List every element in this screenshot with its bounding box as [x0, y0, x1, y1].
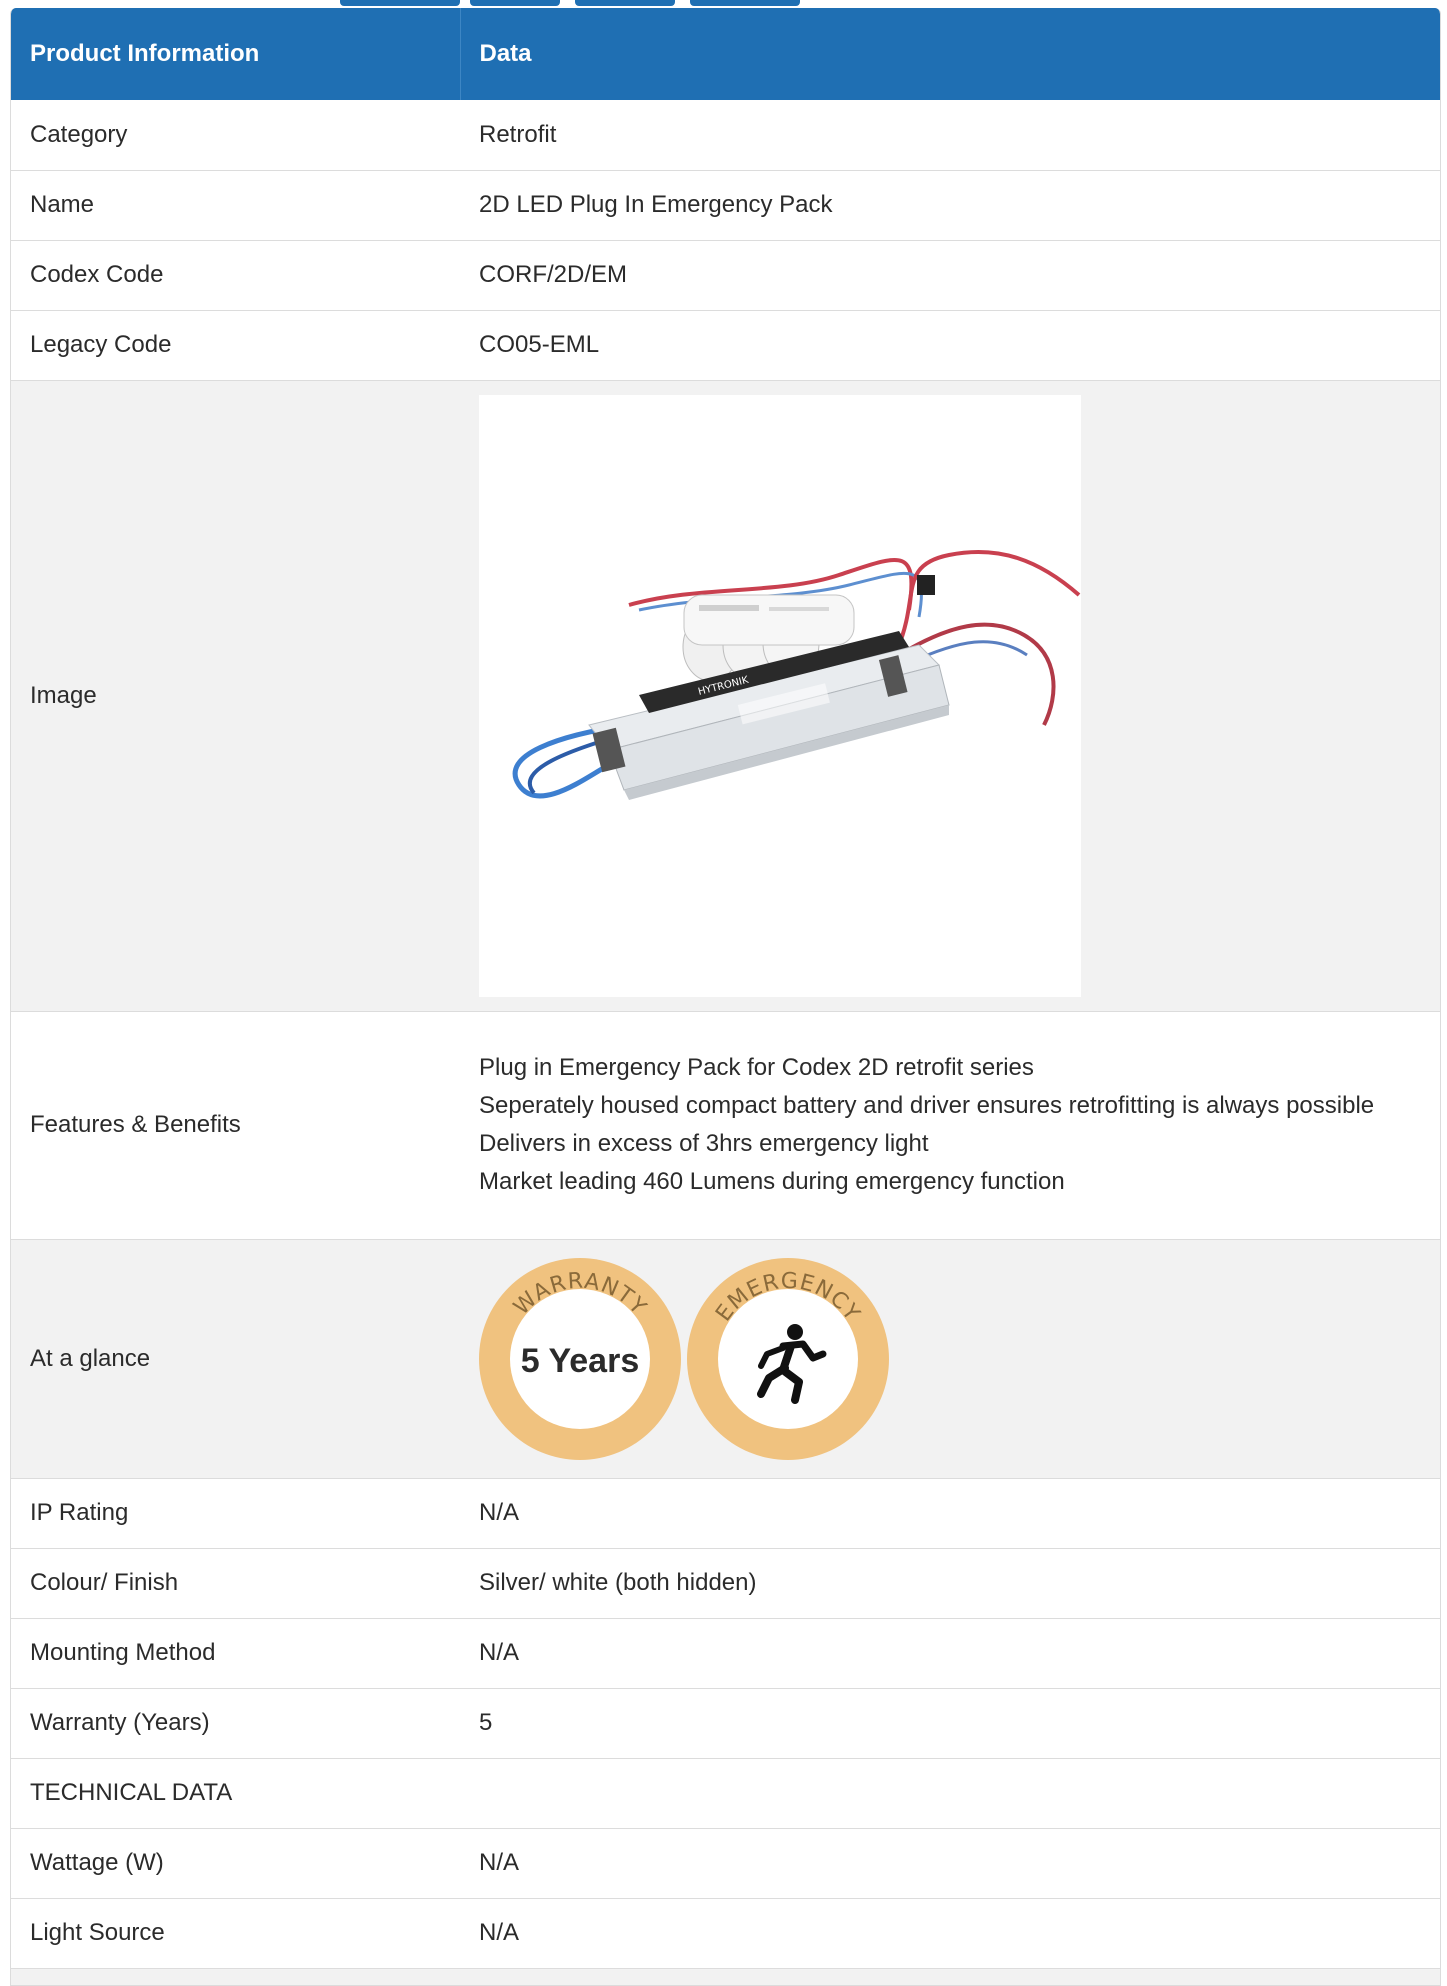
- feature-item: Delivers in excess of 3hrs emergency lig…: [479, 1130, 929, 1157]
- table-row: TECHNICAL DATA: [11, 1758, 1440, 1829]
- table-row: Legacy Code CO05-EML: [11, 310, 1440, 381]
- table-row: IP Rating N/A: [11, 1478, 1440, 1549]
- table-row: [11, 1968, 1440, 1985]
- emergency-badge-icon: EMERGENCY: [687, 1257, 889, 1460]
- section-heading-technical-data: TECHNICAL DATA: [11, 1758, 460, 1829]
- emergency-pack-illustration: HYTRONIK: [479, 394, 1081, 997]
- feature-item: Seperately housed compact battery and dr…: [479, 1092, 1375, 1119]
- table-row: Image HYTRONIK: [11, 380, 1440, 1012]
- row-value: N/A: [460, 1828, 1440, 1899]
- row-value: N/A: [460, 1618, 1440, 1689]
- row-label: Codex Code: [11, 240, 460, 311]
- glance-badges: WARRANTY 5 Years EMERGENCY: [460, 1239, 1440, 1479]
- row-label: IP Rating: [11, 1478, 460, 1549]
- header-product-information: Product Information: [11, 8, 460, 100]
- table-row: Wattage (W) N/A: [11, 1828, 1440, 1899]
- table-row: Colour/ Finish Silver/ white (both hidde…: [11, 1548, 1440, 1619]
- row-value: CO05-EML: [460, 310, 1440, 381]
- table-row: Name 2D LED Plug In Emergency Pack: [11, 170, 1440, 241]
- row-label: Colour/ Finish: [11, 1548, 460, 1619]
- feature-item: Market leading 460 Lumens during emergen…: [479, 1168, 1065, 1195]
- table-row: Mounting Method N/A: [11, 1618, 1440, 1689]
- row-value: CORF/2D/EM: [460, 240, 1440, 311]
- table-row: Category Retrofit: [11, 100, 1440, 171]
- row-label: Warranty (Years): [11, 1688, 460, 1759]
- row-label: Category: [11, 100, 460, 171]
- site-logo-fragment: [0, 0, 1447, 8]
- row-label: Mounting Method: [11, 1618, 460, 1689]
- row-label: Features & Benefits: [11, 1011, 460, 1240]
- table-row: At a glance WARRANTY 5 Years EMERGENCY: [11, 1239, 1440, 1479]
- features-list: Plug in Emergency Pack for Codex 2D retr…: [460, 1011, 1440, 1240]
- row-label: Image: [11, 380, 460, 1012]
- product-info-table: Product Information Data Category Retrof…: [10, 8, 1441, 1986]
- table-row: Codex Code CORF/2D/EM: [11, 240, 1440, 311]
- row-value: Silver/ white (both hidden): [460, 1548, 1440, 1619]
- row-value: N/A: [460, 1898, 1440, 1969]
- row-label: Wattage (W): [11, 1828, 460, 1899]
- warranty-badge-text: 5 Years: [521, 1342, 640, 1380]
- row-value: [460, 1968, 1440, 1985]
- row-value: [460, 1758, 1440, 1829]
- row-label: [11, 1968, 460, 1985]
- table-row: Warranty (Years) 5: [11, 1688, 1440, 1759]
- product-image[interactable]: HYTRONIK: [479, 394, 1081, 997]
- warranty-badge-icon: WARRANTY 5 Years: [479, 1257, 681, 1460]
- row-value: N/A: [460, 1478, 1440, 1549]
- row-value: 2D LED Plug In Emergency Pack: [460, 170, 1440, 241]
- row-value: HYTRONIK: [460, 380, 1440, 1012]
- table-row: Light Source N/A: [11, 1898, 1440, 1969]
- row-value: 5: [460, 1688, 1440, 1759]
- row-value: Retrofit: [460, 100, 1440, 171]
- row-label: Legacy Code: [11, 310, 460, 381]
- table-header-row: Product Information Data: [11, 8, 1440, 100]
- feature-item: Plug in Emergency Pack for Codex 2D retr…: [479, 1054, 1034, 1081]
- row-label: Light Source: [11, 1898, 460, 1969]
- header-data: Data: [459, 8, 1440, 100]
- row-label: Name: [11, 170, 460, 241]
- row-label: At a glance: [11, 1239, 460, 1479]
- table-row: Features & Benefits Plug in Emergency Pa…: [11, 1011, 1440, 1240]
